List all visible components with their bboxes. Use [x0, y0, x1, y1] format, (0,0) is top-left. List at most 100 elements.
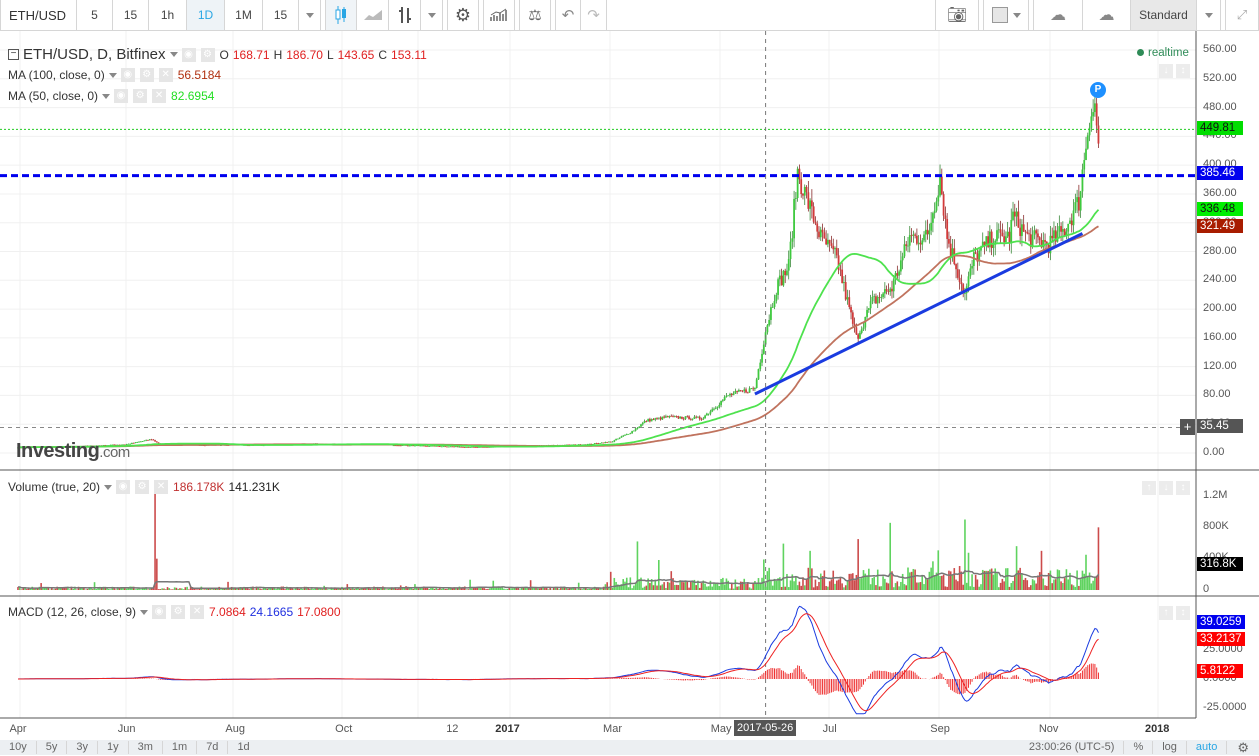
range-3y[interactable]: 3y	[67, 741, 98, 754]
chart-type-dropdown[interactable]	[421, 0, 443, 31]
volume-bar	[720, 579, 722, 590]
gear-icon[interactable]: ⚙	[133, 89, 147, 103]
settings-button[interactable]: ⚙	[447, 0, 479, 31]
gear-icon[interactable]: ⚙	[1227, 740, 1259, 756]
close-icon[interactable]: ✕	[159, 68, 173, 82]
interval-1d[interactable]: 1D	[187, 0, 225, 31]
ma50-label: MA (50, close, 0)	[8, 89, 98, 103]
interval-1m[interactable]: 1M	[225, 0, 263, 31]
volume-bar	[544, 588, 546, 590]
marker-p[interactable]: P	[1090, 82, 1106, 98]
chevron-down-icon	[1013, 13, 1021, 18]
candle-body	[638, 427, 640, 428]
move-up-icon[interactable]: ↑	[1142, 481, 1156, 495]
log-toggle[interactable]: log	[1153, 741, 1187, 754]
volume-bar	[904, 584, 906, 590]
range-5y[interactable]: 5y	[37, 741, 68, 754]
price-tick: 480.00	[1203, 101, 1237, 113]
range-3m[interactable]: 3m	[129, 741, 163, 754]
chevron-down-icon[interactable]	[109, 73, 117, 78]
chevron-down-icon[interactable]	[102, 94, 110, 99]
compare-button[interactable]: ⚖	[519, 0, 551, 31]
auto-toggle[interactable]: auto	[1187, 741, 1227, 754]
range-7d[interactable]: 7d	[197, 741, 228, 754]
volume-bar	[804, 585, 806, 590]
snapshot-button[interactable]: 📷︎	[935, 0, 979, 31]
resize-icon[interactable]: ↕	[1176, 481, 1190, 495]
layout-dropdown[interactable]	[1197, 0, 1221, 31]
symbol-input[interactable]: ETH/USD	[0, 0, 77, 31]
undo-button[interactable]: ↶	[555, 0, 581, 31]
close-icon[interactable]: ✕	[190, 605, 204, 619]
eye-icon[interactable]: ◉	[182, 48, 196, 62]
candles-chart-button[interactable]	[325, 0, 357, 31]
volume-bar	[900, 582, 902, 590]
chevron-down-icon[interactable]	[170, 52, 178, 57]
chart-canvas[interactable]	[0, 31, 1259, 740]
volume-bar	[181, 588, 183, 590]
indicators-button[interactable]	[483, 0, 515, 31]
range-1m[interactable]: 1m	[163, 741, 197, 754]
volume-bar	[154, 488, 156, 590]
area-chart-button[interactable]	[357, 0, 389, 31]
color-picker-button[interactable]	[983, 0, 1029, 31]
candle-body	[140, 441, 142, 442]
gear-icon[interactable]: ⚙	[135, 480, 149, 494]
volume-bar	[1087, 577, 1089, 590]
eye-icon[interactable]: ◉	[116, 480, 130, 494]
redo-icon: ↷	[587, 6, 600, 24]
move-up-icon[interactable]: ↑	[1159, 606, 1173, 620]
candle-body	[692, 419, 694, 420]
range-10y[interactable]: 10y	[0, 741, 37, 754]
candle-body	[473, 447, 475, 448]
layout-name-button[interactable]: Standard	[1131, 0, 1197, 31]
candle-body	[1016, 212, 1018, 217]
volume-bar	[843, 587, 845, 590]
candle-body	[615, 439, 617, 440]
interval-5[interactable]: 5	[77, 0, 113, 31]
save-layout-button[interactable]: ☁	[1083, 0, 1131, 31]
volume-bar	[441, 589, 443, 590]
volume-bar	[26, 589, 28, 590]
candle-body	[850, 307, 852, 312]
volume-bar	[811, 568, 813, 590]
volume-bar	[293, 589, 295, 590]
resize-icon[interactable]: ↕	[1176, 64, 1190, 78]
candle-body	[920, 243, 922, 245]
interval-dropdown[interactable]	[299, 0, 321, 31]
add-alert-plus-icon[interactable]: +	[1180, 419, 1195, 435]
eye-icon[interactable]: ◉	[121, 68, 135, 82]
interval-15-custom[interactable]: 15	[263, 0, 299, 31]
volume-bar	[731, 583, 733, 590]
close-icon[interactable]: ✕	[152, 89, 166, 103]
range-1y[interactable]: 1y	[98, 741, 129, 754]
range-1d[interactable]: 1d	[228, 741, 258, 754]
interval-15[interactable]: 15	[113, 0, 149, 31]
eye-icon[interactable]: ◉	[114, 89, 128, 103]
move-down-icon[interactable]: ↓	[1159, 64, 1173, 78]
candle-body	[763, 345, 765, 354]
chevron-down-icon[interactable]	[140, 610, 148, 615]
resize-icon[interactable]: ↕	[1176, 606, 1190, 620]
volume-bar	[695, 585, 697, 590]
eye-icon[interactable]: ◉	[152, 605, 166, 619]
gear-icon[interactable]: ⚙	[171, 605, 185, 619]
collapse-icon[interactable]: −	[8, 49, 19, 60]
gear-icon[interactable]: ⚙	[201, 48, 215, 62]
candle-body	[923, 235, 925, 241]
volume-bar	[156, 559, 158, 590]
gear-icon[interactable]: ⚙	[140, 68, 154, 82]
redo-button[interactable]: ↷	[581, 0, 607, 31]
bars-chart-button[interactable]	[389, 0, 421, 31]
close-icon[interactable]: ✕	[154, 480, 168, 494]
percent-toggle[interactable]: %	[1124, 741, 1153, 754]
chart-area[interactable]: − ETH/USD, D, Bitfinex ◉⚙ O168.71 H186.7…	[0, 31, 1259, 740]
fullscreen-button[interactable]: ⤢	[1225, 0, 1259, 31]
interval-1h[interactable]: 1h	[149, 0, 187, 31]
volume-bar	[21, 589, 23, 590]
move-down-icon[interactable]: ↓	[1159, 481, 1173, 495]
load-layout-button[interactable]: ☁	[1033, 0, 1083, 31]
volume-bar	[170, 589, 172, 590]
chevron-down-icon[interactable]	[104, 485, 112, 490]
candle-body	[469, 447, 471, 448]
